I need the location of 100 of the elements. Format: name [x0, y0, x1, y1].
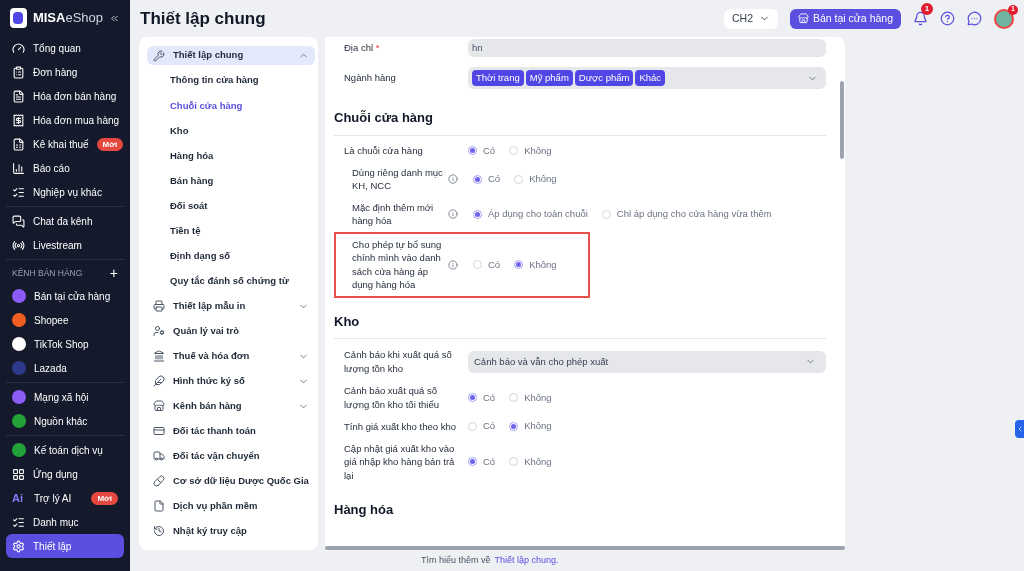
card-icon — [153, 425, 165, 438]
field-label: Ngành hàng — [344, 72, 396, 84]
store-button[interactable]: Bán tại cửa hàng — [790, 8, 901, 29]
product-name: eShop — [65, 9, 103, 28]
sidebar-item[interactable]: Mạng xã hội — [6, 385, 124, 409]
user-icon — [153, 325, 165, 338]
sidebar-item[interactable]: Ứng dụng — [6, 462, 124, 486]
footer-text: Tìm hiểu thêm về — [421, 553, 491, 567]
warning-select[interactable]: Cảnh báo và vẫn cho phép xuất — [468, 350, 826, 373]
new-badge: Mới — [91, 491, 118, 505]
field-label: Dùng riêng danh mục KH, NCC — [352, 166, 443, 192]
field-label: Cho phép tự bổ sung chính mình vào danh sách cửa hàng áp dụng hàng hóa — [352, 238, 442, 291]
bank-icon — [153, 350, 165, 363]
sidebar-item[interactable]: Shopee — [6, 308, 124, 332]
settings-subnav-item[interactable]: Tiền tệ — [147, 218, 315, 244]
settings-subnav-item[interactable]: Hàng hóa — [147, 143, 315, 169]
settings-nav-item[interactable]: Thiết lập mẫu in — [147, 296, 315, 317]
sidebar-item[interactable]: Kế toán dịch vụ — [6, 438, 124, 462]
settings-subnav-item[interactable]: Bán hàng — [147, 168, 315, 194]
help-icon[interactable] — [940, 11, 955, 26]
info-icon[interactable] — [448, 209, 458, 220]
store-icon — [798, 13, 809, 24]
settings-nav-item[interactable]: Dịch vụ phần mềm — [147, 496, 315, 517]
radio-option[interactable]: Không — [514, 257, 557, 272]
sidebar-item[interactable]: Nghiệp vụ khác — [6, 180, 124, 204]
radio-option[interactable]: Không — [509, 143, 552, 158]
radio-option[interactable]: Có — [468, 390, 496, 405]
logo-icon — [10, 8, 27, 28]
category-tag: Thời trang — [472, 70, 524, 86]
page-title: Thiết lập chung — [140, 7, 266, 30]
horizontal-scrollbar[interactable] — [325, 546, 845, 550]
document-icon — [12, 89, 25, 103]
scrollbar[interactable] — [840, 81, 844, 159]
branch-select[interactable]: CH2 — [723, 8, 778, 29]
settings-nav-item[interactable]: Đối tác vận chuyển — [147, 446, 315, 467]
ai-logo: Ai — [12, 492, 24, 504]
radio-option[interactable]: Có — [473, 172, 501, 187]
sidebar-item[interactable]: Lazada — [6, 356, 124, 380]
radio-option[interactable]: Có — [473, 257, 501, 272]
radio-option[interactable]: Có — [468, 143, 496, 158]
settings-nav-item[interactable]: Hình thức ký số — [147, 371, 315, 392]
category-select[interactable]: Thời trang Mỹ phẩm Dược phẩm Khác — [468, 67, 826, 89]
receipt-icon — [12, 113, 25, 127]
printer-icon — [153, 300, 165, 313]
radio-option[interactable]: Không — [509, 454, 552, 469]
field-label: Là chuỗi cửa hàng — [344, 144, 423, 156]
settings-nav-item[interactable]: Quản lý vai trò — [147, 321, 315, 342]
truck-icon — [153, 450, 165, 463]
footer-link[interactable]: Thiết lập chung. — [494, 553, 559, 568]
list-icon — [12, 515, 25, 529]
radio-option[interactable]: Không — [509, 419, 552, 434]
sidebar-item[interactable]: Bán tại cửa hàng — [6, 284, 124, 308]
sidebar-item[interactable]: Ai Trợ lý AI Mới — [6, 486, 124, 510]
settings-nav-item[interactable]: Kênh bán hàng — [147, 396, 315, 417]
section-heading: KÊNH BÁN HÀNG — [12, 266, 83, 280]
category-tag: Dược phẩm — [574, 70, 634, 86]
settings-subnav-item[interactable]: Kho — [147, 118, 315, 144]
sidebar-item[interactable]: Chat đa kênh — [6, 209, 124, 233]
address-field[interactable]: hn — [468, 39, 826, 57]
radio-option[interactable]: Có — [468, 454, 496, 469]
sidebar-item[interactable]: TikTok Shop — [6, 332, 124, 356]
settings-subnav-item[interactable]: Quy tắc đánh số chứng từ — [147, 268, 315, 294]
settings-nav-item[interactable]: Đối tác thanh toán — [147, 421, 315, 442]
radio-option[interactable]: Áp dụng cho toàn chuỗi — [473, 207, 588, 222]
side-tab[interactable] — [1015, 420, 1024, 438]
sidebar-item[interactable]: Kê khai thuế Mới — [6, 132, 124, 156]
info-icon[interactable] — [448, 174, 458, 185]
settings-subnav-item[interactable]: Đối soát — [147, 193, 315, 219]
settings-nav-item[interactable]: Nhật ký truy cập — [147, 521, 315, 542]
sidebar-item[interactable]: Tổng quan — [6, 36, 124, 60]
settings-nav-item[interactable]: Thiết lập chung — [147, 45, 315, 66]
settings-subnav-item[interactable]: Chuỗi cửa hàng — [147, 93, 315, 119]
avatar[interactable] — [994, 8, 1014, 29]
radio-option[interactable]: Có — [468, 419, 496, 434]
spreadsheet-icon — [12, 137, 25, 151]
sidebar-item[interactable]: Nguồn khác — [6, 409, 124, 433]
sidebar-item[interactable]: Hóa đơn bán hàng — [6, 84, 124, 108]
settings-nav-item[interactable]: Cơ sở dữ liệu Dược Quốc Gia — [147, 471, 315, 492]
sidebar-item[interactable]: Livestream — [6, 233, 124, 257]
settings-subnav-item[interactable]: Thông tin cửa hàng — [147, 68, 315, 94]
add-channel-button[interactable]: + — [109, 266, 118, 280]
settings-icon — [12, 539, 25, 553]
settings-subnav-item[interactable]: Định dạng số — [147, 243, 315, 269]
notification-icon[interactable] — [913, 11, 928, 26]
radio-option[interactable]: Không — [509, 390, 552, 405]
category-tag: Mỹ phẩm — [525, 70, 573, 86]
pill-icon — [153, 475, 165, 488]
sidebar-item[interactable]: Danh mục — [6, 510, 124, 534]
sidebar-item[interactable]: Thiết lập — [6, 534, 124, 558]
info-icon[interactable] — [448, 259, 458, 270]
radio-option[interactable]: Chỉ áp dụng cho cửa hàng vừa thêm — [601, 207, 772, 222]
sidebar-item[interactable]: Đơn hàng — [6, 60, 124, 84]
sidebar-item[interactable]: Hóa đơn mua hàng — [6, 108, 124, 132]
chat-icon[interactable] — [967, 11, 982, 26]
sidebar-item[interactable]: Báo cáo — [6, 156, 124, 180]
radio-option[interactable]: Không — [514, 172, 557, 187]
new-badge: Mới — [96, 137, 124, 151]
gauge-icon — [12, 41, 25, 55]
field-label: Mặc định thêm mới hàng hóa — [352, 201, 434, 227]
settings-nav-item[interactable]: Thuế và hóa đơn — [147, 346, 315, 367]
